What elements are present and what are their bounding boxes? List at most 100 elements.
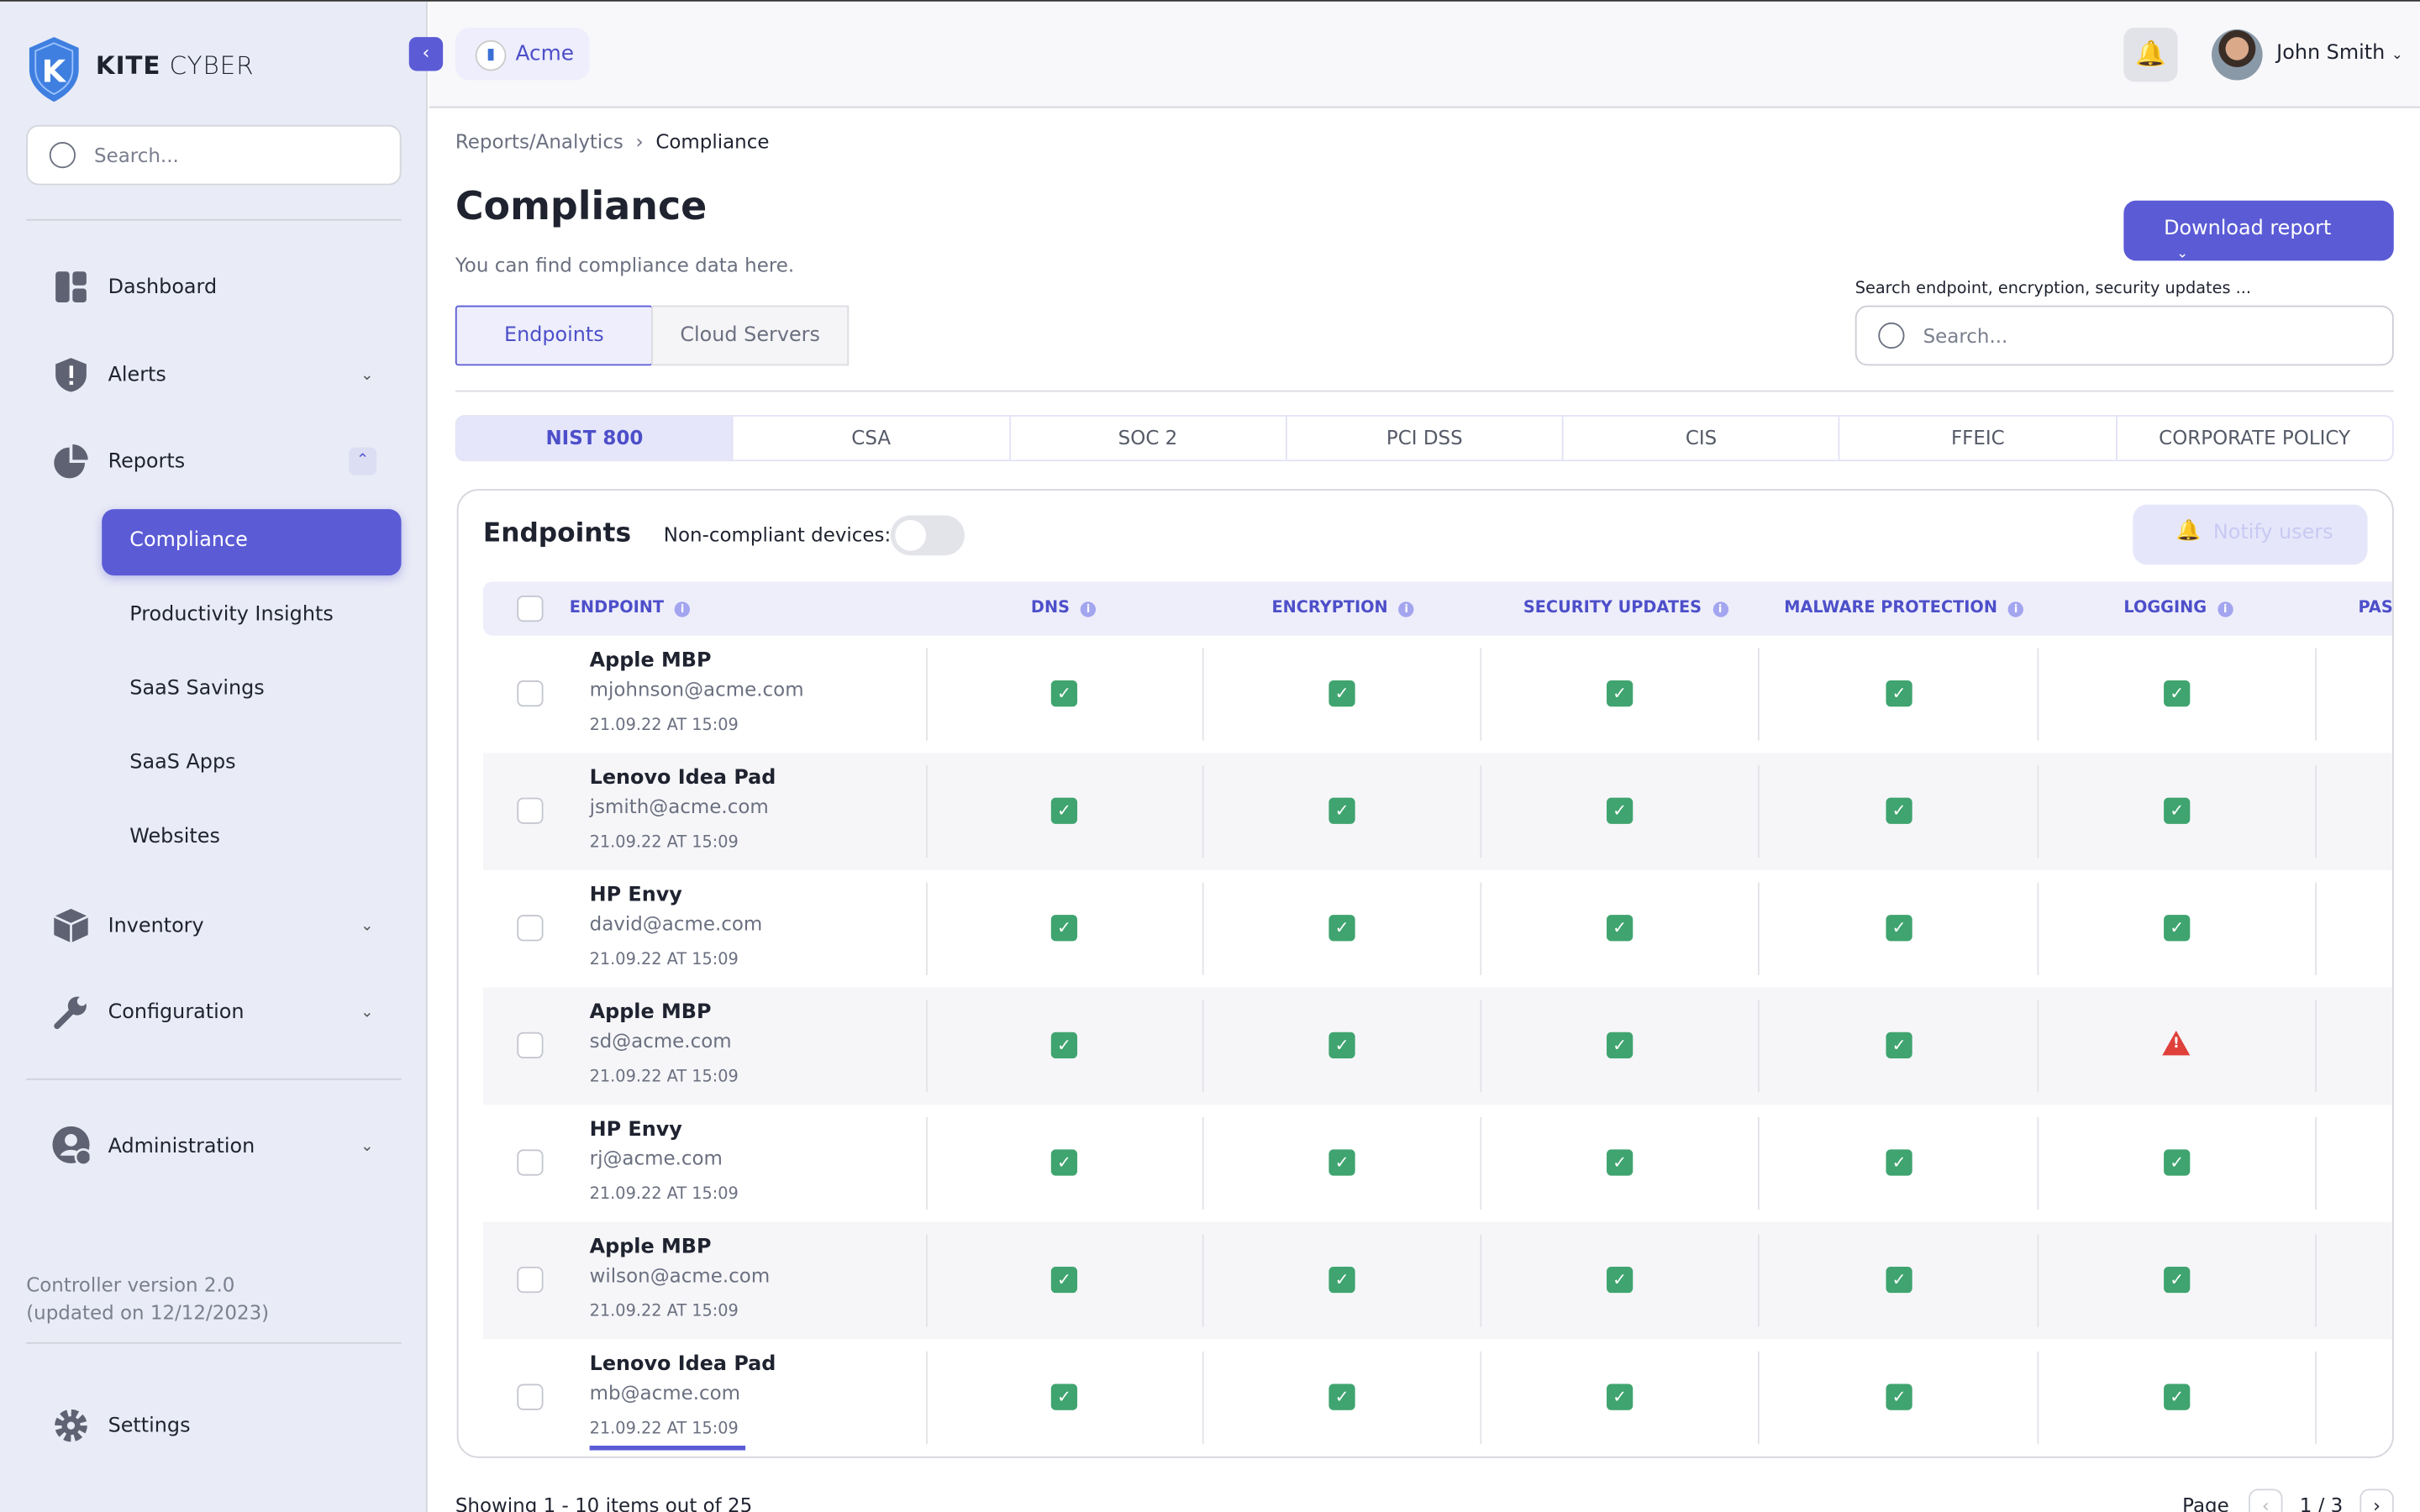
row-checkbox[interactable] [517,680,544,707]
endpoint-date: 21.09.22 AT 15:09 [589,716,739,735]
endpoint-name[interactable]: Lenovo Idea Pad [590,1353,776,1377]
row-checkbox[interactable] [517,1032,544,1058]
collapse-sidebar-button[interactable]: ‹ [408,37,444,71]
check-icon: ✓ [1050,1383,1078,1410]
tab-endpoints[interactable]: Endpoints [455,305,653,366]
chevron-up-icon[interactable]: ⌃ [349,447,377,475]
sidebar-subitem-saas-savings[interactable]: SaaS Savings [129,677,264,701]
column-divider [1758,1116,1760,1210]
standard-tab-corporate-policy[interactable]: CORPORATE POLICY [2117,417,2391,459]
breadcrumb: Reports/Analytics › Compliance [455,129,770,153]
check-icon: ✓ [1886,1266,1912,1294]
divider [26,1078,402,1080]
noncompliant-toggle[interactable] [890,515,965,556]
endpoint-date: 21.09.22 AT 15:09 [589,1184,739,1204]
sidebar-item-inventory[interactable]: Inventory ⌄ [52,900,401,952]
endpoint-date: 21.09.22 AT 15:09 [589,1419,739,1438]
endpoint-name[interactable]: Apple MBP [590,649,712,673]
row-checkbox[interactable] [517,1149,544,1176]
check-icon: ✓ [1050,915,1078,942]
column-header-password[interactable]: PAS [2359,599,2392,617]
tab-cloud-servers[interactable]: Cloud Servers [651,305,850,366]
endpoint-search-input[interactable]: Search... [1854,305,2394,366]
sidebar-item-label: Settings [108,1414,191,1437]
standard-tab-ffeic[interactable]: FFEIC [1840,416,2118,460]
column-divider [1480,765,1482,858]
sidebar-subitem-saas-apps[interactable]: SaaS Apps [129,751,235,774]
notify-users-button[interactable]: 🔔 Notify users [2133,504,2368,565]
page-title: Compliance [455,183,708,228]
check-icon: ✓ [1050,680,1078,707]
search-icon [1878,322,1905,349]
download-report-button[interactable]: Download report ⌄ [2123,200,2394,262]
table-row[interactable]: HP Envy rj@acme.com 21.09.22 AT 15:09 ✓ ✓ ✓… [483,1105,2392,1222]
row-checkbox[interactable] [517,915,544,942]
endpoint-date: 21.09.22 AT 15:09 [589,950,739,969]
org-switcher[interactable]: ▮ Acme [455,28,590,81]
endpoint-name[interactable]: Apple MBP [590,1001,712,1025]
row-checkbox[interactable] [517,1383,544,1410]
table-row[interactable]: HP Envy david@acme.com 21.09.22 AT 15:09… [483,870,2392,988]
avatar[interactable] [2212,29,2263,81]
bell-plus-icon: 🔔 [2175,519,2202,543]
column-header-dns[interactable]: DNS i [1031,599,1097,617]
row-checkbox[interactable] [517,1266,544,1294]
table-row[interactable]: Apple MBP mjohnson@acme.com 21.09.22 AT … [483,636,2392,753]
page-subtitle: You can find compliance data here. [455,253,795,276]
endpoint-name[interactable]: HP Envy [590,884,682,907]
info-icon: i [674,601,691,617]
endpoint-date: 21.09.22 AT 15:09 [589,1068,739,1087]
standard-tab-cis[interactable]: CIS [1564,416,1841,460]
row-checkbox[interactable] [517,797,544,824]
sidebar-subitem-websites[interactable]: Websites [129,826,220,849]
standard-tab-soc-2[interactable]: SOC 2 [1010,416,1287,460]
check-icon: ✓ [2164,680,2191,707]
next-page-button[interactable]: › [2360,1488,2394,1512]
check-icon: ✓ [1607,680,1634,707]
column-header-logging[interactable]: LOGGING i [2123,599,2233,617]
select-all-checkbox[interactable] [517,595,544,622]
check-icon: ✓ [1607,1149,1634,1176]
check-icon: ✓ [1607,1032,1634,1058]
sidebar-item-label: Configuration [108,1000,245,1024]
user-menu[interactable]: John Smith ⌄ [2276,42,2403,66]
notifications-bell-icon[interactable]: 🔔 [2123,28,2178,82]
endpoint-email: rj@acme.com [589,1146,723,1170]
column-header-encryption[interactable]: ENCRYPTION i [1271,599,1414,617]
sidebar-item-reports[interactable]: Reports ⌃ [52,435,401,487]
endpoint-name[interactable]: HP Envy [590,1119,682,1142]
standard-tab-csa[interactable]: CSA [734,416,1011,460]
standards-tabs: NIST 800 CSA SOC 2 PCI DSS CIS FFEIC COR… [455,415,2394,462]
sidebar-item-settings[interactable]: Settings [52,1399,401,1452]
column-divider [1202,1116,1204,1210]
standard-tab-pci-dss[interactable]: PCI DSS [1287,416,1564,460]
sidebar-subitem-compliance[interactable]: Compliance [102,509,402,576]
check-icon: ✓ [2164,797,2191,824]
endpoint-name[interactable]: Apple MBP [590,1236,712,1259]
prev-page-button[interactable]: ‹ [2249,1488,2283,1512]
standard-tab-nist-800[interactable]: NIST 800 [456,416,734,460]
column-divider [926,1234,928,1327]
breadcrumb-parent[interactable]: Reports/Analytics [455,129,623,153]
sidebar-item-alerts[interactable]: Alerts ⌄ [52,349,401,401]
table-row[interactable]: Lenovo Idea Pad mb@acme.com 21.09.22 AT … [483,1339,2392,1457]
column-divider [2037,1116,2039,1210]
sidebar-item-administration[interactable]: Administration ⌄ [52,1120,401,1172]
column-header-malware-protection[interactable]: MALWARE PROTECTION i [1784,599,2024,617]
column-header-security-updates[interactable]: SECURITY UPDATES i [1523,599,1728,617]
endpoint-name[interactable]: Lenovo Idea Pad [590,767,776,790]
check-icon: ✓ [1886,1149,1912,1176]
sidebar-item-configuration[interactable]: Configuration ⌄ [52,986,401,1038]
sidebar-subitem-productivity-insights[interactable]: Productivity Insights [129,603,334,627]
column-divider [2315,1234,2317,1327]
check-icon: ✓ [2164,915,2191,942]
page-indicator: 1 / 3 [2299,1493,2344,1512]
table-row[interactable]: Apple MBP wilson@acme.com 21.09.22 AT 15… [482,1221,2392,1340]
column-header-endpoint[interactable]: ENDPOINT i [570,599,691,617]
table-row[interactable]: Apple MBP sd@acme.com 21.09.22 AT 15:09 ✓… [482,987,2392,1105]
sidebar-item-dashboard[interactable]: Dashboard [52,260,401,312]
column-divider [1758,765,1760,858]
table-row[interactable]: Lenovo Idea Pad jsmith@acme.com 21.09.22… [482,753,2392,870]
sidebar-search-input[interactable]: Search... [26,124,402,186]
column-divider [926,882,928,975]
